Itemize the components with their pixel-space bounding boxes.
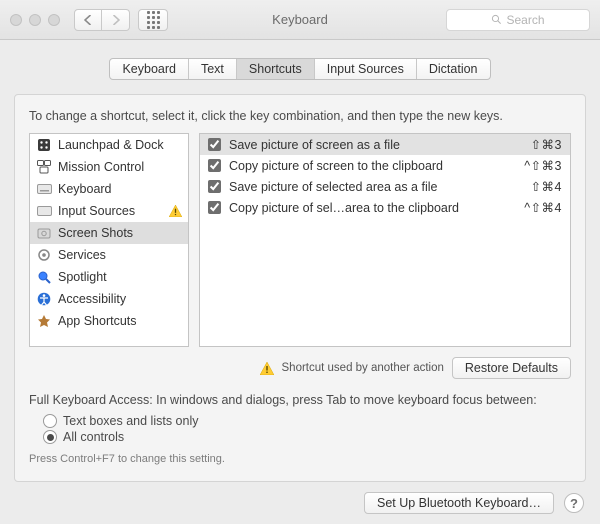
instructions: To change a shortcut, select it, click t… <box>29 109 571 123</box>
nav-buttons <box>74 9 130 31</box>
shortcut-row[interactable]: Save picture of screen as a file ⇧⌘3 <box>200 134 570 155</box>
minimize-window-button[interactable] <box>29 14 41 26</box>
sidebar-item-label: Accessibility <box>58 292 126 306</box>
sidebar-item-spotlight[interactable]: Spotlight <box>30 266 188 288</box>
sidebar-item-label: Mission Control <box>58 160 144 174</box>
sidebar-item-screen-shots[interactable]: Screen Shots <box>30 222 188 244</box>
help-button[interactable]: ? <box>564 493 584 513</box>
accessibility-icon <box>36 291 52 307</box>
shortcut-list[interactable]: Save picture of screen as a file ⇧⌘3 Copy … <box>199 133 571 347</box>
fka-option[interactable]: All controls <box>43 429 571 445</box>
sidebar-item-label: Keyboard <box>58 182 112 196</box>
radio-label: All controls <box>63 430 124 444</box>
sidebar-item-mission-control[interactable]: Mission Control <box>30 156 188 178</box>
tab-input-sources[interactable]: Input Sources <box>315 59 417 79</box>
sidebar-item-label: Screen Shots <box>58 226 133 240</box>
radio-label: Text boxes and lists only <box>63 414 199 428</box>
conflict-notice: Shortcut used by another action <box>282 362 444 374</box>
search-input[interactable]: Search <box>446 9 590 31</box>
sidebar-item-label: Services <box>58 248 106 262</box>
input-sources-icon <box>36 203 52 219</box>
shortcut-checkbox[interactable] <box>208 201 221 214</box>
setup-bluetooth-button[interactable]: Set Up Bluetooth Keyboard… <box>364 492 554 514</box>
sidebar-item-services[interactable]: Services <box>30 244 188 266</box>
shortcut-keys[interactable]: ^⇧⌘3 <box>524 158 562 173</box>
sidebar-item-label: Launchpad & Dock <box>58 138 164 152</box>
forward-button[interactable] <box>102 9 130 31</box>
warning-icon <box>260 362 274 375</box>
zoom-window-button[interactable] <box>48 14 60 26</box>
launchpad-icon <box>36 137 52 153</box>
fka-option[interactable]: Text boxes and lists only <box>43 413 571 429</box>
radio-button[interactable] <box>43 414 57 428</box>
tab-bar: KeyboardTextShortcutsInput SourcesDictat… <box>109 58 490 80</box>
back-button[interactable] <box>74 9 102 31</box>
tab-dictation[interactable]: Dictation <box>417 59 490 79</box>
warning-icon <box>169 205 182 217</box>
window-controls <box>10 14 60 26</box>
search-icon <box>491 14 502 25</box>
shortcut-row[interactable]: Save picture of selected area as a file ⇧… <box>200 176 570 197</box>
titlebar: Keyboard Search <box>0 0 600 40</box>
spotlight-icon <box>36 269 52 285</box>
restore-defaults-button[interactable]: Restore Defaults <box>452 357 571 379</box>
sidebar-item-app-shortcuts[interactable]: App Shortcuts <box>30 310 188 332</box>
shortcut-checkbox[interactable] <box>208 159 221 172</box>
sidebar-item-label: Input Sources <box>58 204 135 218</box>
sidebar-item-label: Spotlight <box>58 270 107 284</box>
grid-icon <box>147 11 160 29</box>
shortcut-keys[interactable]: ⇧⌘3 <box>531 137 562 152</box>
sidebar-item-input-sources[interactable]: Input Sources <box>30 200 188 222</box>
shortcut-keys[interactable]: ^⇧⌘4 <box>524 200 562 215</box>
shortcut-label: Save picture of screen as a file <box>229 138 523 152</box>
tab-shortcuts[interactable]: Shortcuts <box>237 59 315 79</box>
shortcut-label: Copy picture of sel…area to the clipboar… <box>229 201 516 215</box>
category-list[interactable]: Launchpad & Dock Mission Control Keyboard I… <box>29 133 189 347</box>
close-window-button[interactable] <box>10 14 22 26</box>
sidebar-item-launchpad-dock[interactable]: Launchpad & Dock <box>30 134 188 156</box>
screenshot-icon <box>36 225 52 241</box>
sidebar-item-keyboard[interactable]: Keyboard <box>30 178 188 200</box>
shortcut-row[interactable]: Copy picture of sel…area to the clipboar… <box>200 197 570 218</box>
sidebar-item-label: App Shortcuts <box>58 314 137 328</box>
show-all-button[interactable] <box>138 9 168 31</box>
fka-radio-group: Text boxes and lists only All controls <box>43 413 571 445</box>
shortcut-checkbox[interactable] <box>208 138 221 151</box>
shortcut-keys[interactable]: ⇧⌘4 <box>531 179 562 194</box>
tab-text[interactable]: Text <box>189 59 237 79</box>
mission-control-icon <box>36 159 52 175</box>
fka-hint: Press Control+F7 to change this setting. <box>29 453 571 465</box>
shortcut-label: Copy picture of screen to the clipboard <box>229 159 516 173</box>
services-icon <box>36 247 52 263</box>
radio-button[interactable] <box>43 430 57 444</box>
keyboard-icon <box>36 181 52 197</box>
sidebar-item-accessibility[interactable]: Accessibility <box>30 288 188 310</box>
shortcuts-panel: To change a shortcut, select it, click t… <box>14 94 586 482</box>
search-placeholder: Search <box>506 13 544 27</box>
tab-keyboard[interactable]: Keyboard <box>110 59 189 79</box>
shortcut-label: Save picture of selected area as a file <box>229 180 523 194</box>
app-shortcuts-icon <box>36 313 52 329</box>
fka-prompt: Full Keyboard Access: In windows and dia… <box>29 393 571 407</box>
shortcut-checkbox[interactable] <box>208 180 221 193</box>
shortcut-row[interactable]: Copy picture of screen to the clipboard ^… <box>200 155 570 176</box>
